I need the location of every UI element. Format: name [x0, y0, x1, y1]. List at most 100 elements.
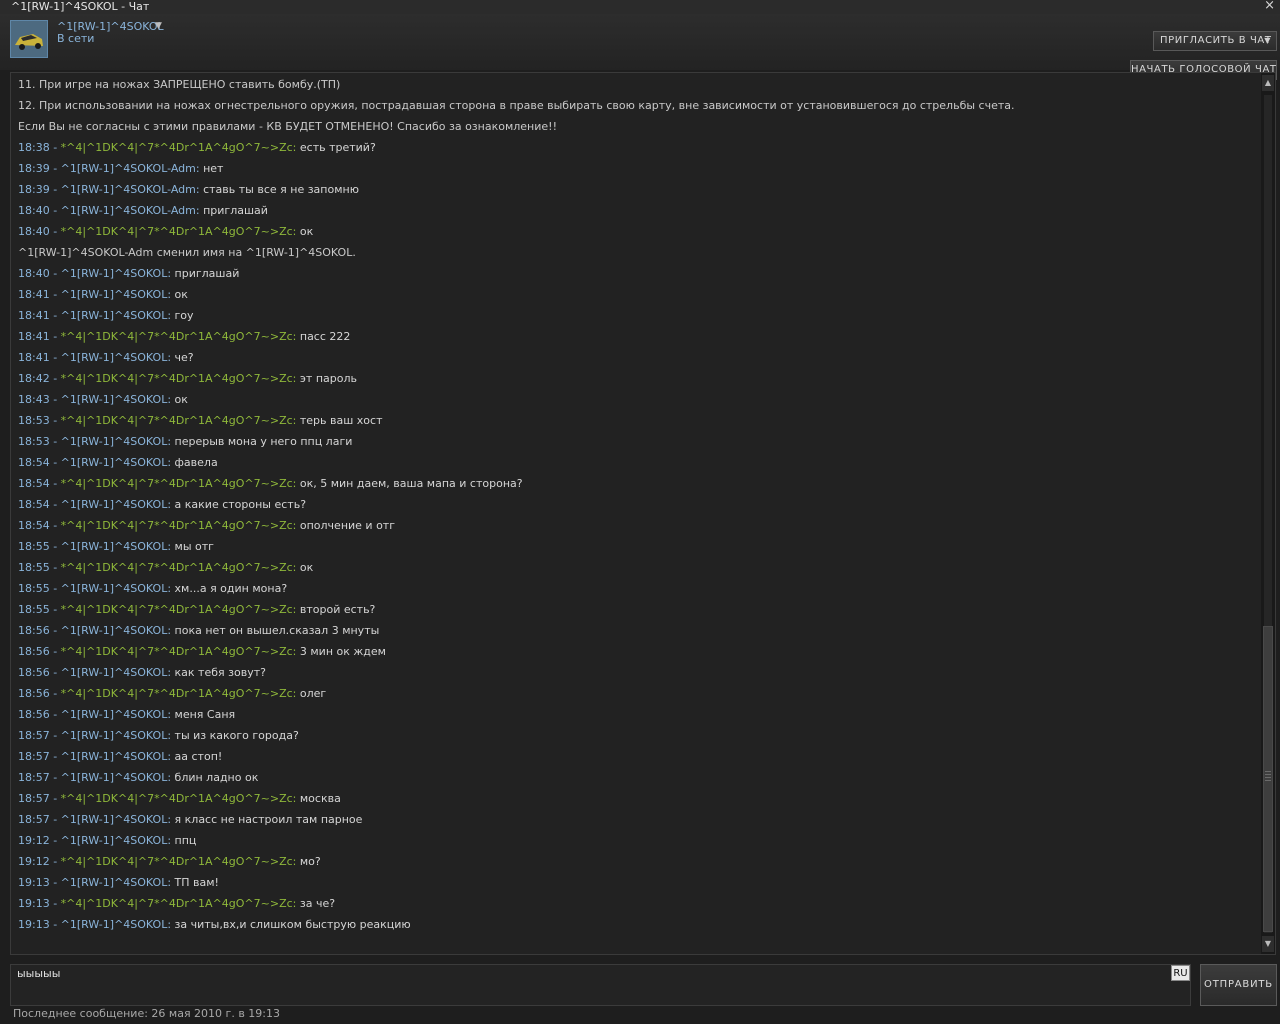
chat-message: 19:13 - ^1[RW-1]^4SOKOL: за читы,вх,и сл… — [18, 914, 1258, 935]
message-time: 19:12 — [18, 834, 50, 847]
chevron-down-icon[interactable]: ▼ — [155, 21, 162, 31]
message-sender[interactable]: ^1[RW-1]^4SOKOL — [61, 309, 168, 322]
separator: - — [49, 540, 61, 553]
separator: : — [167, 435, 175, 448]
separator: - — [49, 435, 61, 448]
arrow-up-icon[interactable]: ▲ — [1262, 75, 1274, 91]
message-sender[interactable]: *^4|^1DK^4|^7*^4Dr^1A^4gO^7~>Zc — [61, 561, 293, 574]
message-time: 18:57 — [18, 771, 50, 784]
message-sender[interactable]: *^4|^1DK^4|^7*^4Dr^1A^4gO^7~>Zc — [61, 645, 293, 658]
separator: - — [49, 141, 61, 154]
chat-message: 18:54 - ^1[RW-1]^4SOKOL: фавела — [18, 452, 1258, 473]
message-sender[interactable]: ^1[RW-1]^4SOKOL — [61, 708, 168, 721]
message-time: 18:40 — [18, 204, 50, 217]
message-sender[interactable]: ^1[RW-1]^4SOKOL-Adm — [61, 162, 196, 175]
message-sender[interactable]: ^1[RW-1]^4SOKOL — [61, 876, 168, 889]
chat-message: 18:41 - ^1[RW-1]^4SOKOL: че? — [18, 347, 1258, 368]
message-time: 19:13 — [18, 897, 50, 910]
chat-message: 18:54 - ^1[RW-1]^4SOKOL: а какие стороны… — [18, 494, 1258, 515]
separator: - — [49, 288, 61, 301]
message-text: олег — [299, 687, 327, 700]
message-sender[interactable]: ^1[RW-1]^4SOKOL — [61, 729, 168, 742]
separator: - — [49, 855, 61, 868]
message-text: за читы,вх,и слишком быструю реакцию — [174, 918, 411, 931]
arrow-down-icon[interactable]: ▼ — [1262, 936, 1274, 952]
separator: : — [292, 330, 300, 343]
message-time: 18:54 — [18, 498, 50, 511]
chat-message: 18:43 - ^1[RW-1]^4SOKOL: ок — [18, 389, 1258, 410]
message-text: москва — [299, 792, 341, 805]
message-sender[interactable]: ^1[RW-1]^4SOKOL — [61, 498, 168, 511]
message-sender[interactable]: *^4|^1DK^4|^7*^4Dr^1A^4gO^7~>Zc — [61, 855, 293, 868]
chat-message: 19:12 - *^4|^1DK^4|^7*^4Dr^1A^4gO^7~>Zc:… — [18, 851, 1258, 872]
message-sender[interactable]: *^4|^1DK^4|^7*^4Dr^1A^4gO^7~>Zc — [61, 519, 293, 532]
message-sender[interactable]: ^1[RW-1]^4SOKOL — [61, 624, 168, 637]
message-sender[interactable]: *^4|^1DK^4|^7*^4Dr^1A^4gO^7~>Zc — [61, 477, 293, 490]
message-sender[interactable]: ^1[RW-1]^4SOKOL — [61, 456, 168, 469]
separator: - — [49, 834, 61, 847]
message-time: 19:12 — [18, 855, 50, 868]
message-input[interactable]: ыыыыы — [10, 964, 1191, 1006]
separator: - — [49, 393, 61, 406]
separator: - — [49, 603, 61, 616]
message-text: ты из какого города? — [174, 729, 299, 742]
separator: : — [167, 834, 175, 847]
message-sender[interactable]: ^1[RW-1]^4SOKOL — [61, 918, 168, 931]
message-time: 18:54 — [18, 477, 50, 490]
message-sender[interactable]: *^4|^1DK^4|^7*^4Dr^1A^4gO^7~>Zc — [61, 603, 293, 616]
separator: - — [49, 330, 61, 343]
chat-message: 19:12 - ^1[RW-1]^4SOKOL: ппц — [18, 830, 1258, 851]
message-sender[interactable]: ^1[RW-1]^4SOKOL — [61, 771, 168, 784]
message-sender[interactable]: ^1[RW-1]^4SOKOL — [61, 393, 168, 406]
message-sender[interactable]: ^1[RW-1]^4SOKOL — [61, 813, 168, 826]
message-sender[interactable]: ^1[RW-1]^4SOKOL — [61, 582, 168, 595]
car-avatar-icon[interactable] — [10, 20, 48, 58]
message-sender[interactable]: ^1[RW-1]^4SOKOL — [61, 750, 168, 763]
message-sender[interactable]: *^4|^1DK^4|^7*^4Dr^1A^4gO^7~>Zc — [61, 792, 293, 805]
message-sender[interactable]: ^1[RW-1]^4SOKOL — [61, 435, 168, 448]
separator: : — [167, 456, 175, 469]
separator: : — [292, 561, 300, 574]
message-sender[interactable]: *^4|^1DK^4|^7*^4Dr^1A^4gO^7~>Zc — [61, 330, 293, 343]
message-text: гоу — [174, 309, 194, 322]
chat-message: 18:56 - ^1[RW-1]^4SOKOL: меня Саня — [18, 704, 1258, 725]
message-sender[interactable]: *^4|^1DK^4|^7*^4Dr^1A^4gO^7~>Zc — [61, 414, 293, 427]
separator: : — [167, 624, 175, 637]
system-message: Если Вы не согласны с этими правилами - … — [18, 116, 1258, 137]
vertical-scrollbar[interactable]: ▲ ▼ — [1261, 73, 1275, 954]
message-sender[interactable]: ^1[RW-1]^4SOKOL — [61, 351, 168, 364]
message-time: 19:13 — [18, 918, 50, 931]
chat-message: 18:54 - *^4|^1DK^4|^7*^4Dr^1A^4gO^7~>Zc:… — [18, 473, 1258, 494]
close-icon[interactable]: × — [1264, 0, 1275, 13]
message-sender[interactable]: *^4|^1DK^4|^7*^4Dr^1A^4gO^7~>Zc — [61, 225, 293, 238]
message-sender[interactable]: ^1[RW-1]^4SOKOL-Adm — [61, 204, 196, 217]
chat-message: 18:57 - ^1[RW-1]^4SOKOL: я класс не наст… — [18, 809, 1258, 830]
chat-message: 18:39 - ^1[RW-1]^4SOKOL-Adm: нет — [18, 158, 1258, 179]
chat-message: 18:42 - *^4|^1DK^4|^7*^4Dr^1A^4gO^7~>Zc:… — [18, 368, 1258, 389]
title-bar: ^1[RW-1]^4SOKOL - Чат × — [0, 0, 1280, 14]
message-text: меня Саня — [174, 708, 236, 721]
message-time: 18:42 — [18, 372, 50, 385]
message-sender[interactable]: *^4|^1DK^4|^7*^4Dr^1A^4gO^7~>Zc — [61, 687, 293, 700]
chat-history: 11. При игре на ножах ЗАПРЕЩЕНО ставить … — [10, 72, 1276, 955]
message-sender[interactable]: ^1[RW-1]^4SOKOL — [61, 288, 168, 301]
system-message-text: 12. При использовании на ножах огнестрел… — [18, 99, 1015, 112]
message-sender[interactable]: ^1[RW-1]^4SOKOL — [61, 267, 168, 280]
invite-to-chat-button[interactable]: ПРИГЛАСИТЬ В ЧАТ ▼ — [1153, 31, 1277, 51]
separator: - — [49, 456, 61, 469]
message-time: 18:54 — [18, 456, 50, 469]
message-sender[interactable]: *^4|^1DK^4|^7*^4Dr^1A^4gO^7~>Zc — [61, 372, 293, 385]
send-button[interactable]: ОТПРАВИТЬ — [1200, 964, 1277, 1006]
message-sender[interactable]: ^1[RW-1]^4SOKOL — [61, 666, 168, 679]
scrollbar-thumb[interactable] — [1263, 626, 1273, 932]
separator: - — [49, 666, 61, 679]
message-sender[interactable]: *^4|^1DK^4|^7*^4Dr^1A^4gO^7~>Zc — [61, 141, 293, 154]
message-sender[interactable]: ^1[RW-1]^4SOKOL-Adm — [61, 183, 196, 196]
message-sender[interactable]: *^4|^1DK^4|^7*^4Dr^1A^4gO^7~>Zc — [61, 897, 293, 910]
chat-message: 18:41 - *^4|^1DK^4|^7*^4Dr^1A^4gO^7~>Zc:… — [18, 326, 1258, 347]
message-sender[interactable]: ^1[RW-1]^4SOKOL — [61, 834, 168, 847]
separator: : — [195, 162, 204, 175]
separator: - — [49, 582, 61, 595]
message-sender[interactable]: ^1[RW-1]^4SOKOL — [61, 540, 168, 553]
separator: : — [167, 393, 175, 406]
